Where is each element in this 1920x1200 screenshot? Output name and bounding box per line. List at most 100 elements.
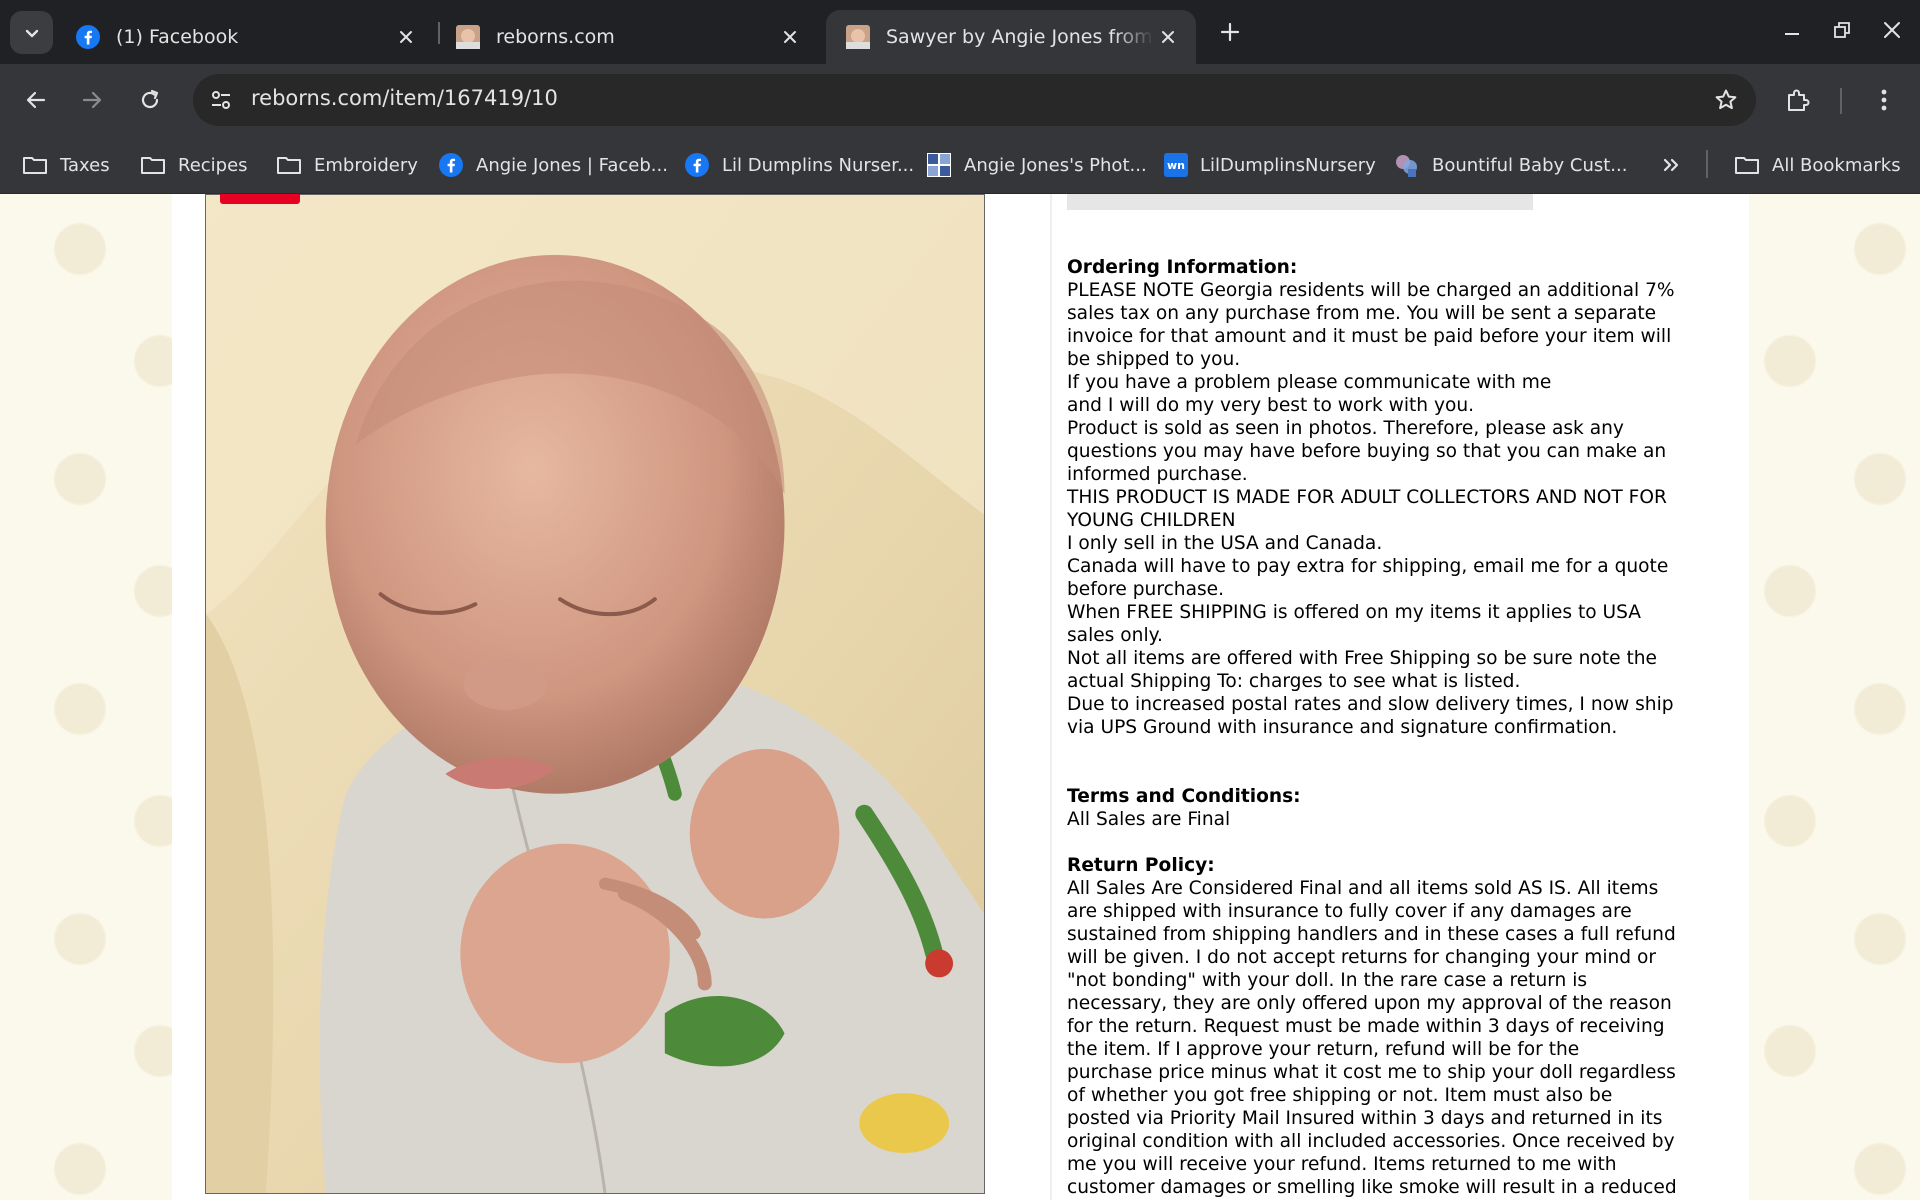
product-photo[interactable] <box>205 194 985 1194</box>
kebab-menu-icon <box>1881 89 1887 111</box>
bookmarks-bar: Taxes Recipes Embroidery Angie Jones | F… <box>0 136 1920 194</box>
folder-icon <box>276 152 302 178</box>
bookmark-lil-dumplins-facebook[interactable]: Lil Dumplins Nurser... <box>684 148 914 182</box>
bookmark-star-button[interactable] <box>1708 82 1744 118</box>
toolbar: reborns.com/item/167419/10 <box>0 64 1920 136</box>
double-chevron-right-icon <box>1663 158 1679 172</box>
close-window-button[interactable] <box>1870 10 1914 50</box>
text-line: the item. If I approve your return, refu… <box>1067 1039 1580 1060</box>
bookmark-label: All Bookmarks <box>1772 154 1901 176</box>
bookmarks-separator <box>1706 150 1708 178</box>
text-line: sales only. <box>1067 625 1163 646</box>
bookmark-lildumplinsnursery[interactable]: wn LilDumplinsNursery <box>1164 148 1376 182</box>
description-top-bar <box>1067 194 1533 210</box>
text-line: Due to increased postal rates and slow d… <box>1067 694 1674 715</box>
arrow-left-icon <box>26 91 46 109</box>
text-line: before purchase. <box>1067 579 1225 600</box>
tab-title: (1) Facebook <box>116 26 239 48</box>
minimize-icon <box>1785 33 1799 35</box>
return-policy-text: All Sales Are Considered Final and all i… <box>1067 877 1707 1199</box>
bookmark-all-bookmarks[interactable]: All Bookmarks <box>1734 148 1901 182</box>
text-line: original condition with all included acc… <box>1067 1131 1675 1152</box>
new-tab-button[interactable] <box>1212 14 1248 50</box>
text-line: questions you may have before buying so … <box>1067 441 1667 462</box>
tab-close-button[interactable] <box>392 23 420 51</box>
wn-icon: wn <box>1164 153 1188 177</box>
restore-button[interactable] <box>1820 10 1864 50</box>
text-line: for the return. Request must be made wit… <box>1067 1016 1665 1037</box>
text-line: of whether you got free shipping or not.… <box>1067 1085 1613 1106</box>
site-info-button[interactable] <box>203 82 239 118</box>
bookmark-taxes[interactable]: Taxes <box>22 148 110 182</box>
wn-icon-text: wn <box>1167 158 1185 172</box>
restore-icon <box>1834 22 1850 38</box>
pinterest-save-tag[interactable] <box>220 194 300 204</box>
tab-strip: (1) Facebook reborns.com Sawyer by Angie… <box>0 0 1920 64</box>
bountiful-baby-icon <box>1394 152 1420 178</box>
text-line: me you will receive your refund. Items r… <box>1067 1154 1617 1175</box>
minimize-button[interactable] <box>1770 10 1814 50</box>
text-line: YOUNG CHILDREN <box>1067 510 1236 531</box>
forward-button[interactable] <box>70 78 114 122</box>
bookmark-label: Angie Jones | Faceb... <box>476 154 668 176</box>
photo-grid-icon <box>926 152 952 178</box>
tab-search-button[interactable] <box>10 11 53 54</box>
more-bookmarks-button[interactable] <box>1654 148 1688 182</box>
bookmark-embroidery[interactable]: Embroidery <box>276 148 418 182</box>
url-text[interactable]: reborns.com/item/167419/10 <box>251 86 558 110</box>
address-bar[interactable]: reborns.com/item/167419/10 <box>193 74 1756 126</box>
text-line: Canada will have to pay extra for shippi… <box>1067 556 1669 577</box>
text-line: All Sales Are Considered Final and all i… <box>1067 878 1659 899</box>
arrow-right-icon <box>82 91 102 109</box>
terms-heading: Terms and Conditions: <box>1067 786 1301 807</box>
tune-icon <box>212 91 230 109</box>
text-line: "not bonding" with your doll. In the rar… <box>1067 970 1588 991</box>
return-policy-heading: Return Policy: <box>1067 855 1215 876</box>
menu-button[interactable] <box>1862 78 1906 122</box>
reborn-baby-doll-photo <box>206 195 984 1193</box>
bookmark-angie-jones-facebook[interactable]: Angie Jones | Faceb... <box>438 148 668 182</box>
reload-button[interactable] <box>128 78 172 122</box>
back-button[interactable] <box>14 78 58 122</box>
extensions-button[interactable] <box>1776 78 1820 122</box>
close-icon <box>784 31 796 43</box>
tab-facebook[interactable]: (1) Facebook <box>56 10 434 64</box>
bookmark-label: Bountiful Baby Cust... <box>1432 154 1628 176</box>
bookmark-label: LilDumplinsNursery <box>1200 154 1376 176</box>
text-line: Product is sold as seen in photos. There… <box>1067 418 1624 439</box>
bookmark-label: Lil Dumplins Nurser... <box>722 154 915 176</box>
terms-text: All Sales are Final <box>1067 809 1231 830</box>
tab-close-button[interactable] <box>776 23 804 51</box>
text-line: Not all items are offered with Free Ship… <box>1067 648 1657 669</box>
folder-icon <box>140 152 166 178</box>
tab-title: reborns.com <box>496 26 615 48</box>
text-line: be shipped to you. <box>1067 349 1241 370</box>
text-line: informed purchase. <box>1067 464 1248 485</box>
close-icon <box>1162 31 1174 43</box>
reload-icon <box>141 89 159 109</box>
doll-photo-icon <box>846 25 870 49</box>
doll-photo-icon <box>456 25 480 49</box>
text-line: PLEASE NOTE Georgia residents will be ch… <box>1067 280 1675 301</box>
puzzle-icon <box>1788 89 1810 111</box>
folder-icon <box>1734 152 1760 178</box>
tab-reborns[interactable]: reborns.com <box>436 10 818 64</box>
facebook-icon <box>684 152 710 178</box>
text-line: THIS PRODUCT IS MADE FOR ADULT COLLECTOR… <box>1067 487 1667 508</box>
text-line: posted via Priority Mail Insured within … <box>1067 1108 1663 1129</box>
text-line: will be given. I do not accept returns f… <box>1067 947 1657 968</box>
tab-sawyer-active[interactable]: Sawyer by Angie Jones from Lil Dumplins … <box>826 10 1196 64</box>
text-line: invoice for that amount and it must be p… <box>1067 326 1672 347</box>
facebook-icon <box>76 25 100 49</box>
text-line: necessary, they are only offered upon my… <box>1067 993 1672 1014</box>
text-line: sales tax on any purchase from me. You w… <box>1067 303 1657 324</box>
bookmark-angie-jones-photos[interactable]: Angie Jones's Phot... <box>926 148 1147 182</box>
bookmark-recipes[interactable]: Recipes <box>140 148 248 182</box>
text-line: are shipped with insurance to fully cove… <box>1067 901 1632 922</box>
text-line: When FREE SHIPPING is offered on my item… <box>1067 602 1642 623</box>
facebook-icon <box>438 152 464 178</box>
tab-close-button[interactable] <box>1154 23 1182 51</box>
bookmark-bountiful-baby[interactable]: Bountiful Baby Cust... <box>1394 148 1627 182</box>
